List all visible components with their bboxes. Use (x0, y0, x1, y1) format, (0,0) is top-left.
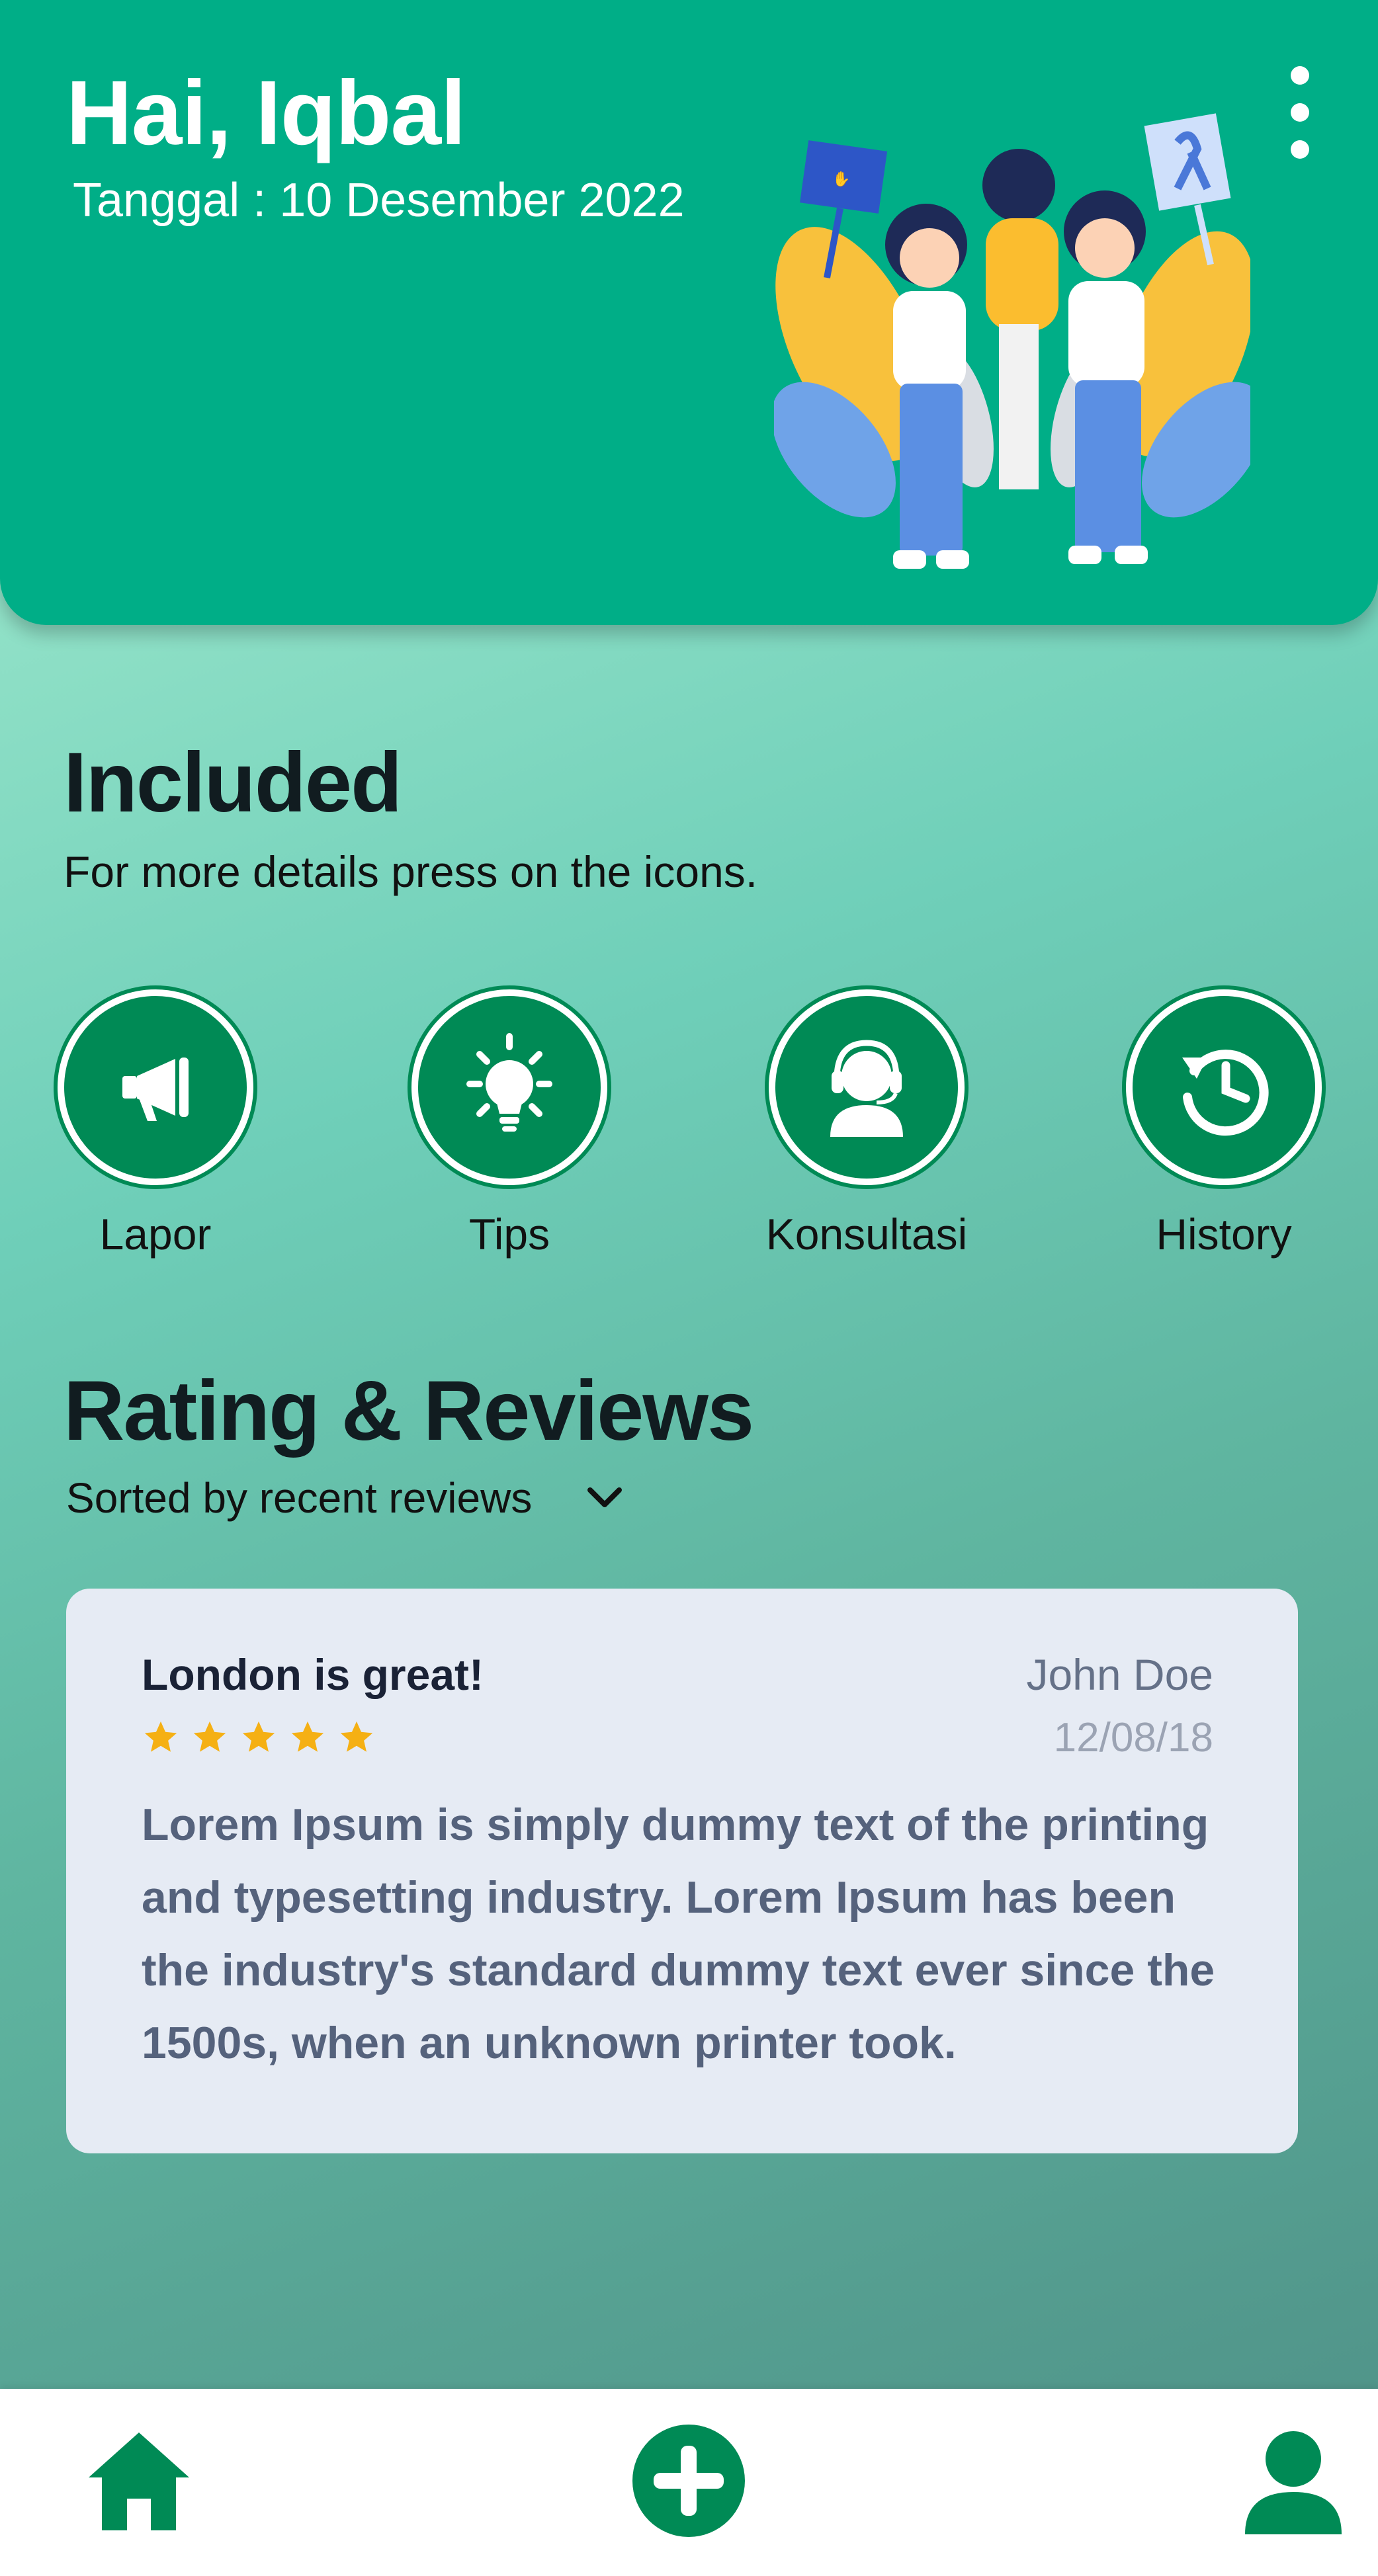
bottom-navigation (0, 2389, 1378, 2576)
feature-label: Tips (468, 1210, 550, 1259)
included-title: Included (64, 735, 402, 830)
review-date: 12/08/18 (1053, 1715, 1213, 1761)
lightbulb-icon (411, 989, 607, 1185)
chevron-down-icon (587, 1487, 623, 1507)
included-subtitle: For more details press on the icons. (64, 847, 758, 896)
star-icon (193, 1721, 226, 1752)
feature-konsultasi[interactable]: Konsultasi (728, 985, 1006, 1259)
megaphone-icon (58, 989, 253, 1185)
review-author: John Doe (1026, 1650, 1213, 1699)
review-text: Lorem Ipsum is simply dummy text of the … (142, 1800, 1215, 2068)
profile-icon (1245, 2431, 1342, 2534)
feature-tips[interactable]: Tips (370, 985, 648, 1259)
header: Hai, Iqbal Tanggal : 10 Desember 2022 ✋ (0, 0, 1378, 625)
history-icon (1126, 989, 1322, 1185)
svg-text:✋: ✋ (832, 171, 850, 188)
home-icon (89, 2432, 189, 2530)
greeting: Hai, Iqbal (66, 62, 466, 164)
star-icon (291, 1721, 324, 1752)
feature-label: Konsultasi (765, 1210, 968, 1259)
feature-label: History (1156, 1210, 1292, 1259)
date-text: Tanggal : 10 Desember 2022 (73, 174, 685, 227)
add-circle-icon (632, 2425, 745, 2537)
review-card: London is great! John Doe 12/08/18 Lorem… (66, 1589, 1298, 2153)
anti-bullying-illustration: ✋ (774, 113, 1250, 569)
sort-dropdown[interactable]: Sorted by recent reviews (66, 1474, 624, 1522)
sort-label: Sorted by recent reviews (66, 1474, 533, 1522)
star-rating (142, 1718, 376, 1757)
headset-agent-icon (769, 989, 965, 1185)
feature-lapor[interactable]: Lapor (17, 985, 294, 1259)
review-title: London is great! (142, 1650, 484, 1699)
reviews-title: Rating & Reviews (64, 1364, 754, 1458)
nav-home-button[interactable] (86, 2429, 192, 2538)
feature-history[interactable]: History (1085, 985, 1363, 1259)
more-menu-button[interactable] (1270, 66, 1330, 159)
nav-profile-button[interactable] (1244, 2429, 1343, 2538)
feature-label: Lapor (99, 1210, 212, 1259)
star-icon (242, 1721, 275, 1752)
star-icon (144, 1721, 177, 1752)
star-icon (340, 1721, 373, 1752)
more-vertical-icon (1291, 66, 1309, 85)
nav-add-button[interactable] (631, 2423, 746, 2542)
